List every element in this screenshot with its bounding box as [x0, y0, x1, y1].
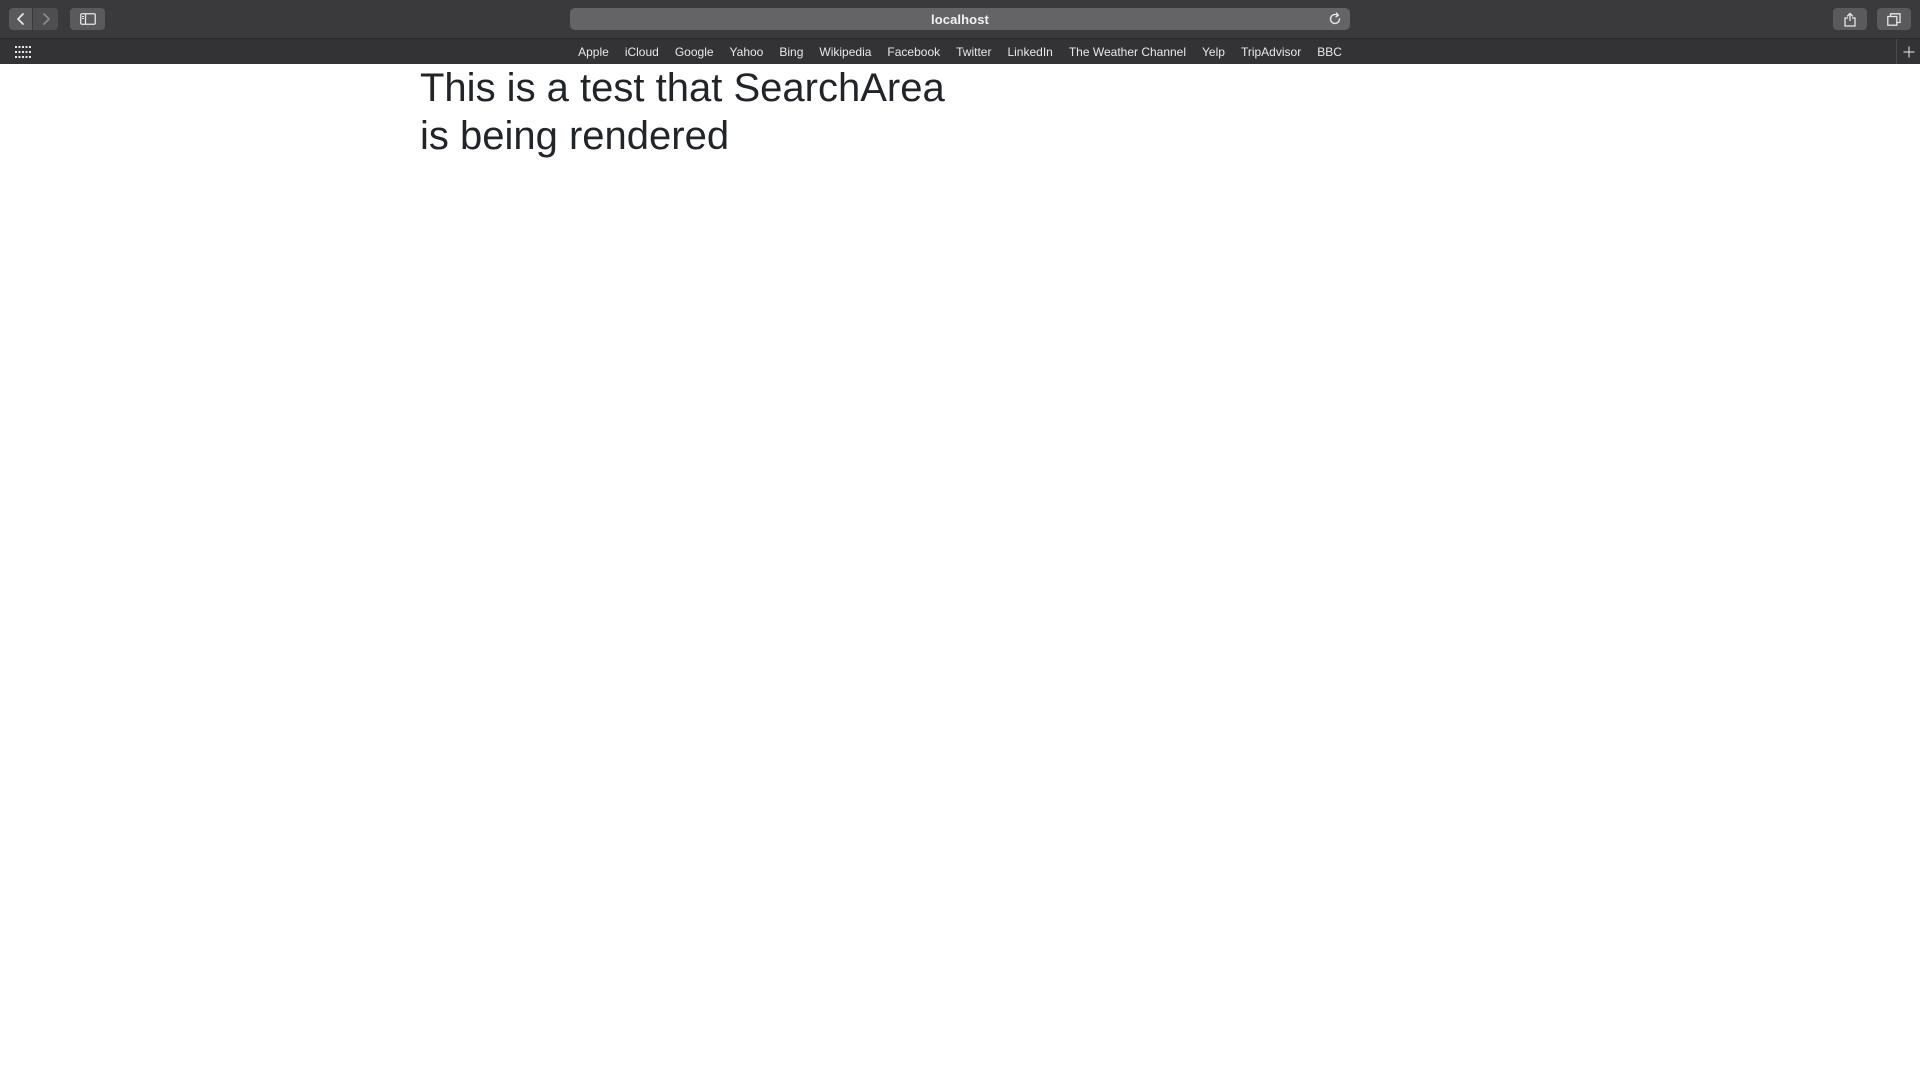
share-button[interactable] [1833, 8, 1867, 30]
bookmark-twitter[interactable]: Twitter [948, 45, 999, 59]
bookmark-wikipedia[interactable]: Wikipedia [811, 45, 879, 59]
chevron-right-icon [41, 12, 51, 26]
bookmark-linkedin[interactable]: LinkedIn [999, 45, 1060, 59]
bookmark-bbc[interactable]: BBC [1309, 45, 1350, 59]
bookmarks-bar: Apple iCloud Google Yahoo Bing Wikipedia… [0, 38, 1920, 64]
bookmark-bing[interactable]: Bing [771, 45, 811, 59]
sidebar-button[interactable] [70, 8, 105, 30]
address-text[interactable]: localhost [931, 12, 989, 27]
page-content: This is a test that SearchArea is being … [0, 64, 1920, 1080]
bookmark-yahoo[interactable]: Yahoo [722, 45, 772, 59]
reload-icon[interactable] [1328, 12, 1342, 26]
browser-toolbar: localhost [0, 0, 1920, 38]
back-button[interactable] [9, 8, 32, 30]
chevron-left-icon [16, 12, 26, 26]
bookmark-yelp[interactable]: Yelp [1194, 45, 1233, 59]
browser-chrome: localhost Apple iCloud Google Yahoo Bing… [0, 0, 1920, 64]
bookmark-google[interactable]: Google [667, 45, 722, 59]
bookmark-icloud[interactable]: iCloud [617, 45, 667, 59]
bookmark-tripadvisor[interactable]: TripAdvisor [1233, 45, 1309, 59]
tabs-overview-button[interactable] [1877, 8, 1911, 30]
page-title: This is a test that SearchArea is being … [420, 66, 945, 158]
address-bar[interactable]: localhost [570, 8, 1350, 30]
bookmarks-list: Apple iCloud Google Yahoo Bing Wikipedia… [0, 39, 1920, 64]
plus-icon[interactable] [1896, 39, 1920, 64]
share-icon [1844, 12, 1856, 27]
bookmark-facebook[interactable]: Facebook [879, 45, 948, 59]
bookmark-apple[interactable]: Apple [570, 45, 617, 59]
sidebar-icon [79, 13, 96, 25]
tabs-overview-icon [1887, 12, 1901, 26]
bookmark-weather-channel[interactable]: The Weather Channel [1061, 45, 1194, 59]
forward-button[interactable] [33, 8, 58, 30]
